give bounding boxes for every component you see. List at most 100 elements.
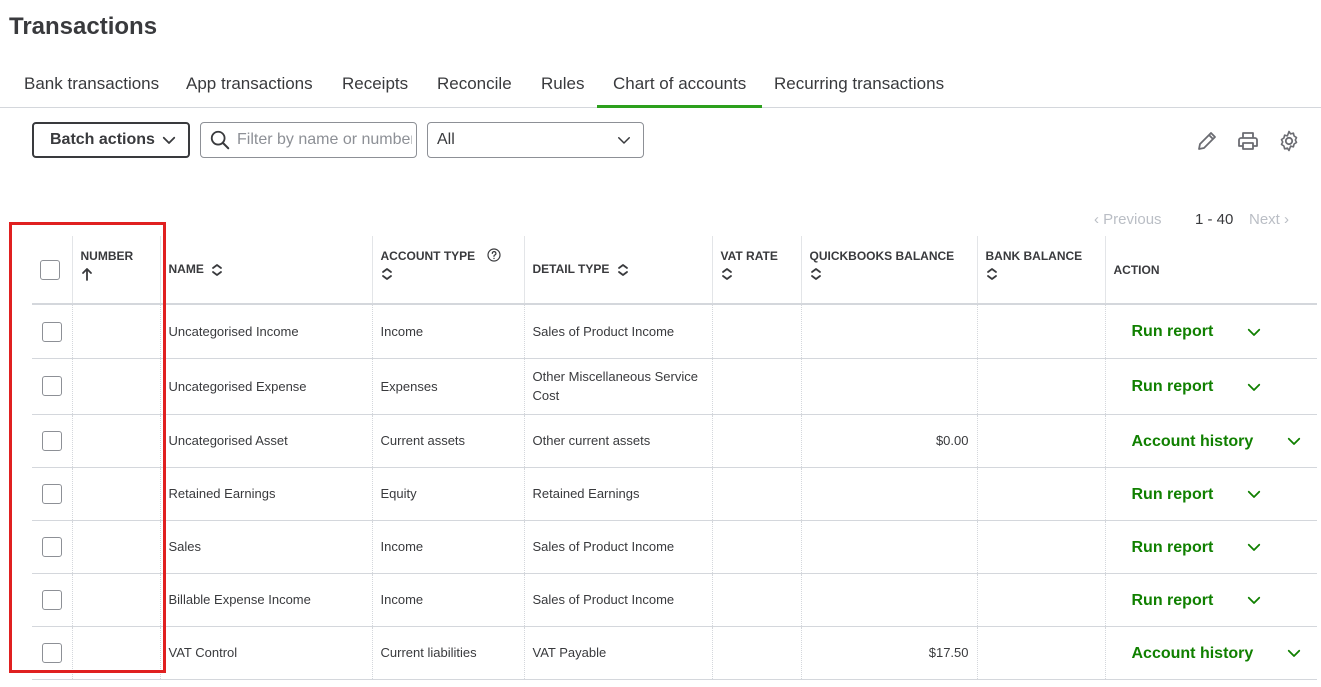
cell-number xyxy=(72,626,161,680)
cell-name: Sales xyxy=(160,520,373,574)
cell-quickbooks-balance xyxy=(801,467,978,521)
cell-account-type: Income xyxy=(372,304,525,359)
table-row: Uncategorised Income Income Sales of Pro… xyxy=(32,304,1317,359)
cell-name: Uncategorised Income xyxy=(160,304,373,359)
search-input[interactable] xyxy=(237,131,412,149)
run-report-link[interactable]: Run report xyxy=(1132,377,1214,396)
row-checkbox[interactable] xyxy=(41,321,62,342)
page-title: Transactions xyxy=(9,13,158,40)
column-header-action: ACTION xyxy=(1105,236,1317,305)
column-label-name: NAME xyxy=(168,262,204,277)
cell-bank-balance xyxy=(977,358,1106,415)
cell-detail-type: VAT Payable xyxy=(524,626,713,680)
row-checkbox[interactable] xyxy=(41,376,62,397)
chevron-down-icon[interactable] xyxy=(1245,591,1263,609)
cell-quickbooks-balance xyxy=(801,573,978,627)
batch-actions-label: Batch actions xyxy=(50,131,155,148)
sort-icon xyxy=(212,264,223,276)
row-checkbox-cell xyxy=(32,520,73,574)
chevron-down-icon xyxy=(618,137,630,144)
search-field[interactable] xyxy=(200,122,417,158)
account-filter-value: All xyxy=(437,131,455,148)
chevron-down-icon[interactable] xyxy=(1285,432,1303,450)
run-report-link[interactable]: Run report xyxy=(1132,322,1214,341)
settings-icon[interactable] xyxy=(1277,129,1301,153)
column-header-vat-rate[interactable]: VAT RATE xyxy=(712,236,802,305)
print-icon[interactable] xyxy=(1236,129,1260,153)
column-header-quickbooks-balance[interactable]: QUICKBOOKS BALANCE xyxy=(801,236,978,305)
table-row: Retained Earnings Equity Retained Earnin… xyxy=(32,467,1317,521)
cell-quickbooks-balance xyxy=(801,520,978,574)
row-checkbox-cell xyxy=(32,626,73,680)
account-history-link[interactable]: Account history xyxy=(1132,644,1254,663)
row-checkbox[interactable] xyxy=(41,589,62,610)
cell-quickbooks-balance: $0.00 xyxy=(801,414,978,468)
select-all-cell xyxy=(32,236,73,305)
run-report-link[interactable]: Run report xyxy=(1132,538,1214,557)
cell-number xyxy=(72,358,161,415)
chevron-down-icon[interactable] xyxy=(1285,644,1303,662)
tab-reconcile[interactable]: Reconcile xyxy=(437,74,512,108)
cell-account-type: Expenses xyxy=(372,358,525,415)
batch-actions-button[interactable]: Batch actions xyxy=(32,122,190,158)
cell-number xyxy=(72,467,161,521)
cell-detail-type: Other current assets xyxy=(524,414,713,468)
cell-number xyxy=(72,520,161,574)
column-header-bank-balance[interactable]: BANK BALANCE xyxy=(977,236,1106,305)
table-header: NUMBER NAME ACCOUNT TYPE DETAIL TYPE VAT… xyxy=(32,236,1317,305)
pager-range: 1 - 40 xyxy=(1195,211,1234,228)
cell-detail-type: Sales of Product Income xyxy=(524,573,713,627)
help-icon[interactable] xyxy=(486,248,501,262)
row-checkbox-cell xyxy=(32,304,73,359)
edit-icon[interactable] xyxy=(1195,129,1219,153)
cell-account-type: Income xyxy=(372,520,525,574)
column-header-detail-type[interactable]: DETAIL TYPE xyxy=(524,236,713,305)
chevron-down-icon[interactable] xyxy=(1245,538,1263,556)
run-report-link[interactable]: Run report xyxy=(1132,485,1214,504)
table-row: Billable Expense Income Income Sales of … xyxy=(32,573,1317,627)
tab-app-transactions[interactable]: App transactions xyxy=(186,74,313,108)
sort-icon xyxy=(381,268,392,280)
sort-icon xyxy=(617,264,628,276)
table-row: Uncategorised Asset Current assets Other… xyxy=(32,414,1317,468)
sort-icon xyxy=(986,268,997,280)
row-checkbox[interactable] xyxy=(41,536,62,557)
cell-bank-balance xyxy=(977,304,1106,359)
pager-next[interactable]: Next › xyxy=(1249,211,1289,228)
cell-bank-balance xyxy=(977,414,1106,468)
row-checkbox[interactable] xyxy=(41,642,62,663)
chevron-down-icon[interactable] xyxy=(1245,485,1263,503)
cell-name: VAT Control xyxy=(160,626,373,680)
select-all-checkbox[interactable] xyxy=(40,259,60,280)
table-row: VAT Control Current liabilities VAT Paya… xyxy=(32,626,1317,680)
account-filter-select[interactable]: All xyxy=(427,122,644,158)
cell-detail-type: Retained Earnings xyxy=(524,467,713,521)
row-checkbox-cell xyxy=(32,414,73,468)
run-report-link[interactable]: Run report xyxy=(1132,591,1214,610)
column-header-number[interactable]: NUMBER xyxy=(72,236,161,305)
tab-receipts[interactable]: Receipts xyxy=(342,74,408,108)
cell-bank-balance xyxy=(977,520,1106,574)
account-history-link[interactable]: Account history xyxy=(1132,432,1254,451)
tab-bank-transactions[interactable]: Bank transactions xyxy=(24,74,159,108)
tab-recurring-transactions[interactable]: Recurring transactions xyxy=(774,74,944,108)
cell-account-type: Income xyxy=(372,573,525,627)
row-checkbox-cell xyxy=(32,573,73,627)
cell-name: Billable Expense Income xyxy=(160,573,373,627)
cell-detail-type: Sales of Product Income xyxy=(524,520,713,574)
cell-quickbooks-balance xyxy=(801,304,978,359)
column-label-number: NUMBER xyxy=(80,249,134,263)
tab-rules[interactable]: Rules xyxy=(541,74,584,108)
row-checkbox[interactable] xyxy=(41,430,62,451)
pager-previous[interactable]: ‹ Previous xyxy=(1094,211,1162,228)
cell-account-type: Current assets xyxy=(372,414,525,468)
column-header-name[interactable]: NAME xyxy=(160,236,373,305)
chevron-down-icon[interactable] xyxy=(1245,323,1263,341)
cell-vat-rate xyxy=(712,520,802,574)
tab-chart-of-accounts[interactable]: Chart of accounts xyxy=(597,74,763,108)
column-header-account-type[interactable]: ACCOUNT TYPE xyxy=(372,236,525,305)
cell-detail-type: Other Miscellaneous Service Cost xyxy=(524,358,713,415)
row-checkbox[interactable] xyxy=(41,483,62,504)
chevron-down-icon[interactable] xyxy=(1245,378,1263,396)
sort-icon xyxy=(810,268,821,280)
